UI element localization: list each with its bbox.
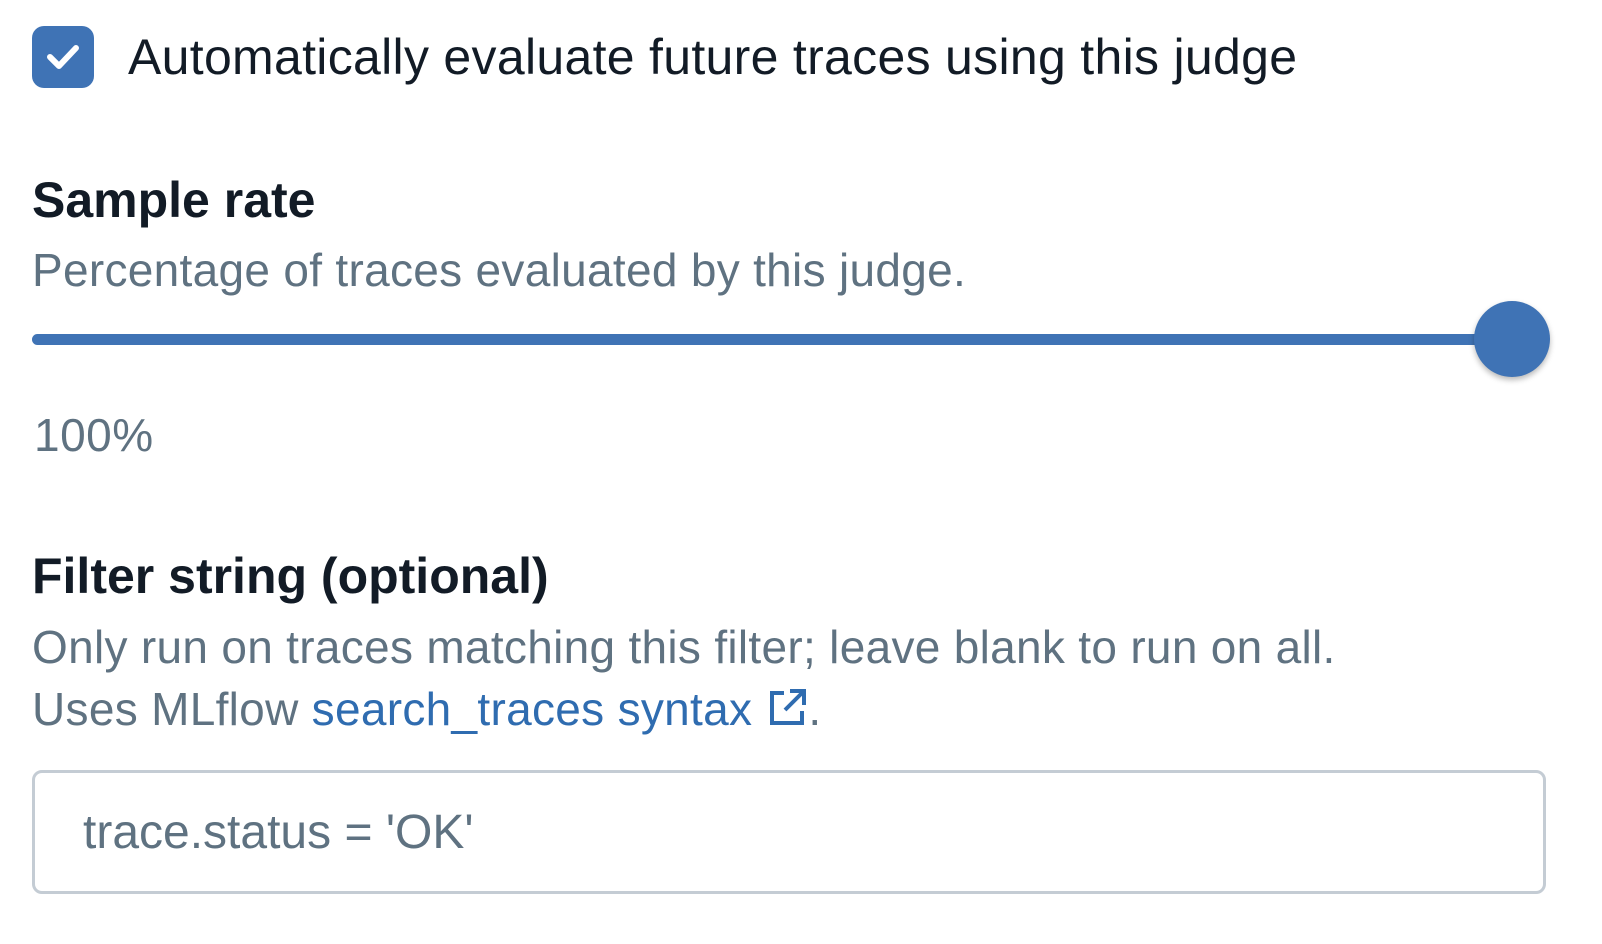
checkmark-icon: [47, 45, 79, 69]
filter-string-input[interactable]: [32, 770, 1546, 894]
auto-evaluate-label[interactable]: Automatically evaluate future traces usi…: [128, 28, 1297, 86]
slider-track: [32, 334, 1512, 345]
auto-evaluate-row[interactable]: Automatically evaluate future traces usi…: [32, 26, 1297, 88]
sample-rate-slider[interactable]: [32, 300, 1550, 380]
evaluation-settings-panel: Automatically evaluate future traces usi…: [0, 0, 1602, 944]
external-link-icon[interactable]: [766, 686, 808, 740]
sample-rate-description: Percentage of traces evaluated by this j…: [32, 244, 967, 296]
filter-syntax-prefix: Uses MLflow: [32, 683, 312, 735]
sample-rate-title: Sample rate: [32, 172, 316, 228]
sample-rate-value: 100%: [34, 409, 154, 461]
filter-string-title: Filter string (optional): [32, 548, 549, 604]
filter-string-description-line1: Only run on traces matching this filter;…: [32, 621, 1336, 673]
search-traces-syntax-link[interactable]: search_traces syntax: [312, 683, 809, 735]
filter-string-description-line2: Uses MLflow search_traces syntax.: [32, 682, 821, 740]
search-traces-syntax-link-text[interactable]: search_traces syntax: [312, 683, 753, 735]
slider-thumb[interactable]: [1474, 301, 1550, 377]
filter-syntax-suffix: .: [808, 683, 822, 735]
auto-evaluate-checkbox[interactable]: [32, 26, 94, 88]
